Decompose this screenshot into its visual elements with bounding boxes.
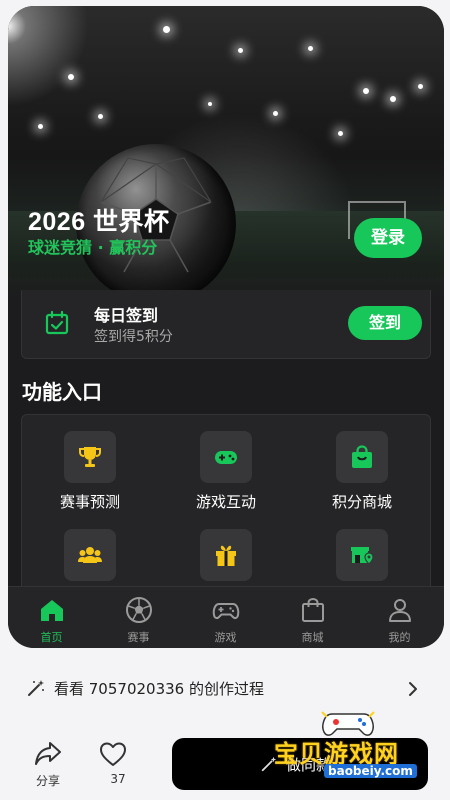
- tab-matches[interactable]: 赛事: [95, 587, 182, 648]
- gamepad-icon: [212, 603, 240, 620]
- stadium-light: [273, 111, 278, 116]
- feature-game-interaction[interactable]: 游戏互动: [158, 415, 294, 513]
- tab-label: 商城: [301, 631, 324, 644]
- tab-label: 我的: [388, 631, 411, 644]
- users-icon: [78, 547, 102, 563]
- page-title: 2026 世界杯: [28, 208, 170, 236]
- feature-icon-box: [64, 431, 116, 483]
- stadium-light: [68, 74, 74, 80]
- calendar-check-icon: [45, 310, 69, 335]
- chevron-right-icon: [409, 682, 417, 696]
- share-button[interactable]: 分享: [28, 740, 68, 788]
- signin-title: 每日签到: [94, 306, 159, 325]
- football-icon: [126, 597, 152, 623]
- stadium-light: [338, 131, 343, 136]
- shopping-bag-icon: [302, 597, 324, 622]
- hero-banner: 2026 世界杯 球迷竞猜 · 赢积分 登录: [8, 6, 444, 296]
- tab-label: 赛事: [127, 631, 150, 644]
- feature-icon-box: [336, 529, 388, 581]
- user-icon: [389, 599, 411, 622]
- feature-points-mall[interactable]: 积分商城: [294, 415, 430, 513]
- feature-icon-box: [200, 431, 252, 483]
- feature-label: 游戏互动: [195, 493, 256, 511]
- feature-icon-box: [336, 431, 388, 483]
- stadium-light: [238, 48, 243, 53]
- signin-subtitle: 签到得5积分: [94, 329, 173, 345]
- stadium-light: [208, 102, 212, 106]
- creation-process-text: 看看 7057020336 的创作过程: [54, 680, 264, 698]
- like-button[interactable]: 37: [98, 740, 138, 786]
- daily-signin-card: 每日签到 签到得5积分 签到: [21, 290, 431, 359]
- signin-button[interactable]: 签到: [348, 306, 422, 340]
- feature-match-prediction[interactable]: 赛事预测: [22, 415, 158, 513]
- login-button[interactable]: 登录: [354, 218, 422, 258]
- stadium-light: [98, 114, 103, 119]
- tab-label: 游戏: [214, 631, 237, 644]
- feature-icon-box: [64, 529, 116, 581]
- app-screen: 2026 世界杯 球迷竞猜 · 赢积分 登录 每日签到 签到得5积分 签到 功能…: [8, 6, 444, 648]
- stadium-light: [308, 46, 313, 51]
- gift-icon: [216, 545, 236, 566]
- tab-label: 首页: [40, 631, 63, 644]
- feature-icon-box: [200, 529, 252, 581]
- stadium-light: [418, 84, 423, 89]
- stadium-light: [363, 88, 369, 94]
- page-subtitle: 球迷竞猜 · 赢积分: [28, 238, 158, 257]
- stadium-light: [390, 96, 396, 102]
- share-label: 分享: [35, 774, 60, 788]
- site-watermark: 宝贝游戏网 baobeiy.com: [268, 708, 448, 788]
- magic-wand-icon: [28, 680, 44, 696]
- stadium-light: [38, 124, 43, 129]
- feature-label: 赛事预测: [59, 493, 120, 511]
- gamepad-icon: [215, 451, 237, 464]
- tab-games[interactable]: 游戏: [182, 587, 269, 648]
- trophy-icon: [79, 447, 101, 467]
- feature-label: 积分商城: [331, 493, 392, 511]
- tab-profile[interactable]: 我的: [356, 587, 443, 648]
- view-creation-process-row[interactable]: 看看 7057020336 的创作过程: [0, 664, 450, 714]
- stadium-light: [163, 26, 170, 33]
- store-location-icon: [351, 547, 374, 565]
- heart-icon: [100, 742, 126, 766]
- home-icon: [41, 600, 63, 621]
- tab-home[interactable]: 首页: [8, 587, 95, 648]
- watermark-url: baobeiy.com: [324, 764, 417, 778]
- features-section-title: 功能入口: [22, 380, 102, 404]
- like-count: 37: [110, 772, 126, 786]
- share-icon: [35, 742, 61, 765]
- tab-mall[interactable]: 商城: [269, 587, 356, 648]
- bottom-tab-bar: 首页 赛事 游戏 商城 我的: [8, 586, 444, 648]
- shopping-bag-icon: [352, 445, 372, 468]
